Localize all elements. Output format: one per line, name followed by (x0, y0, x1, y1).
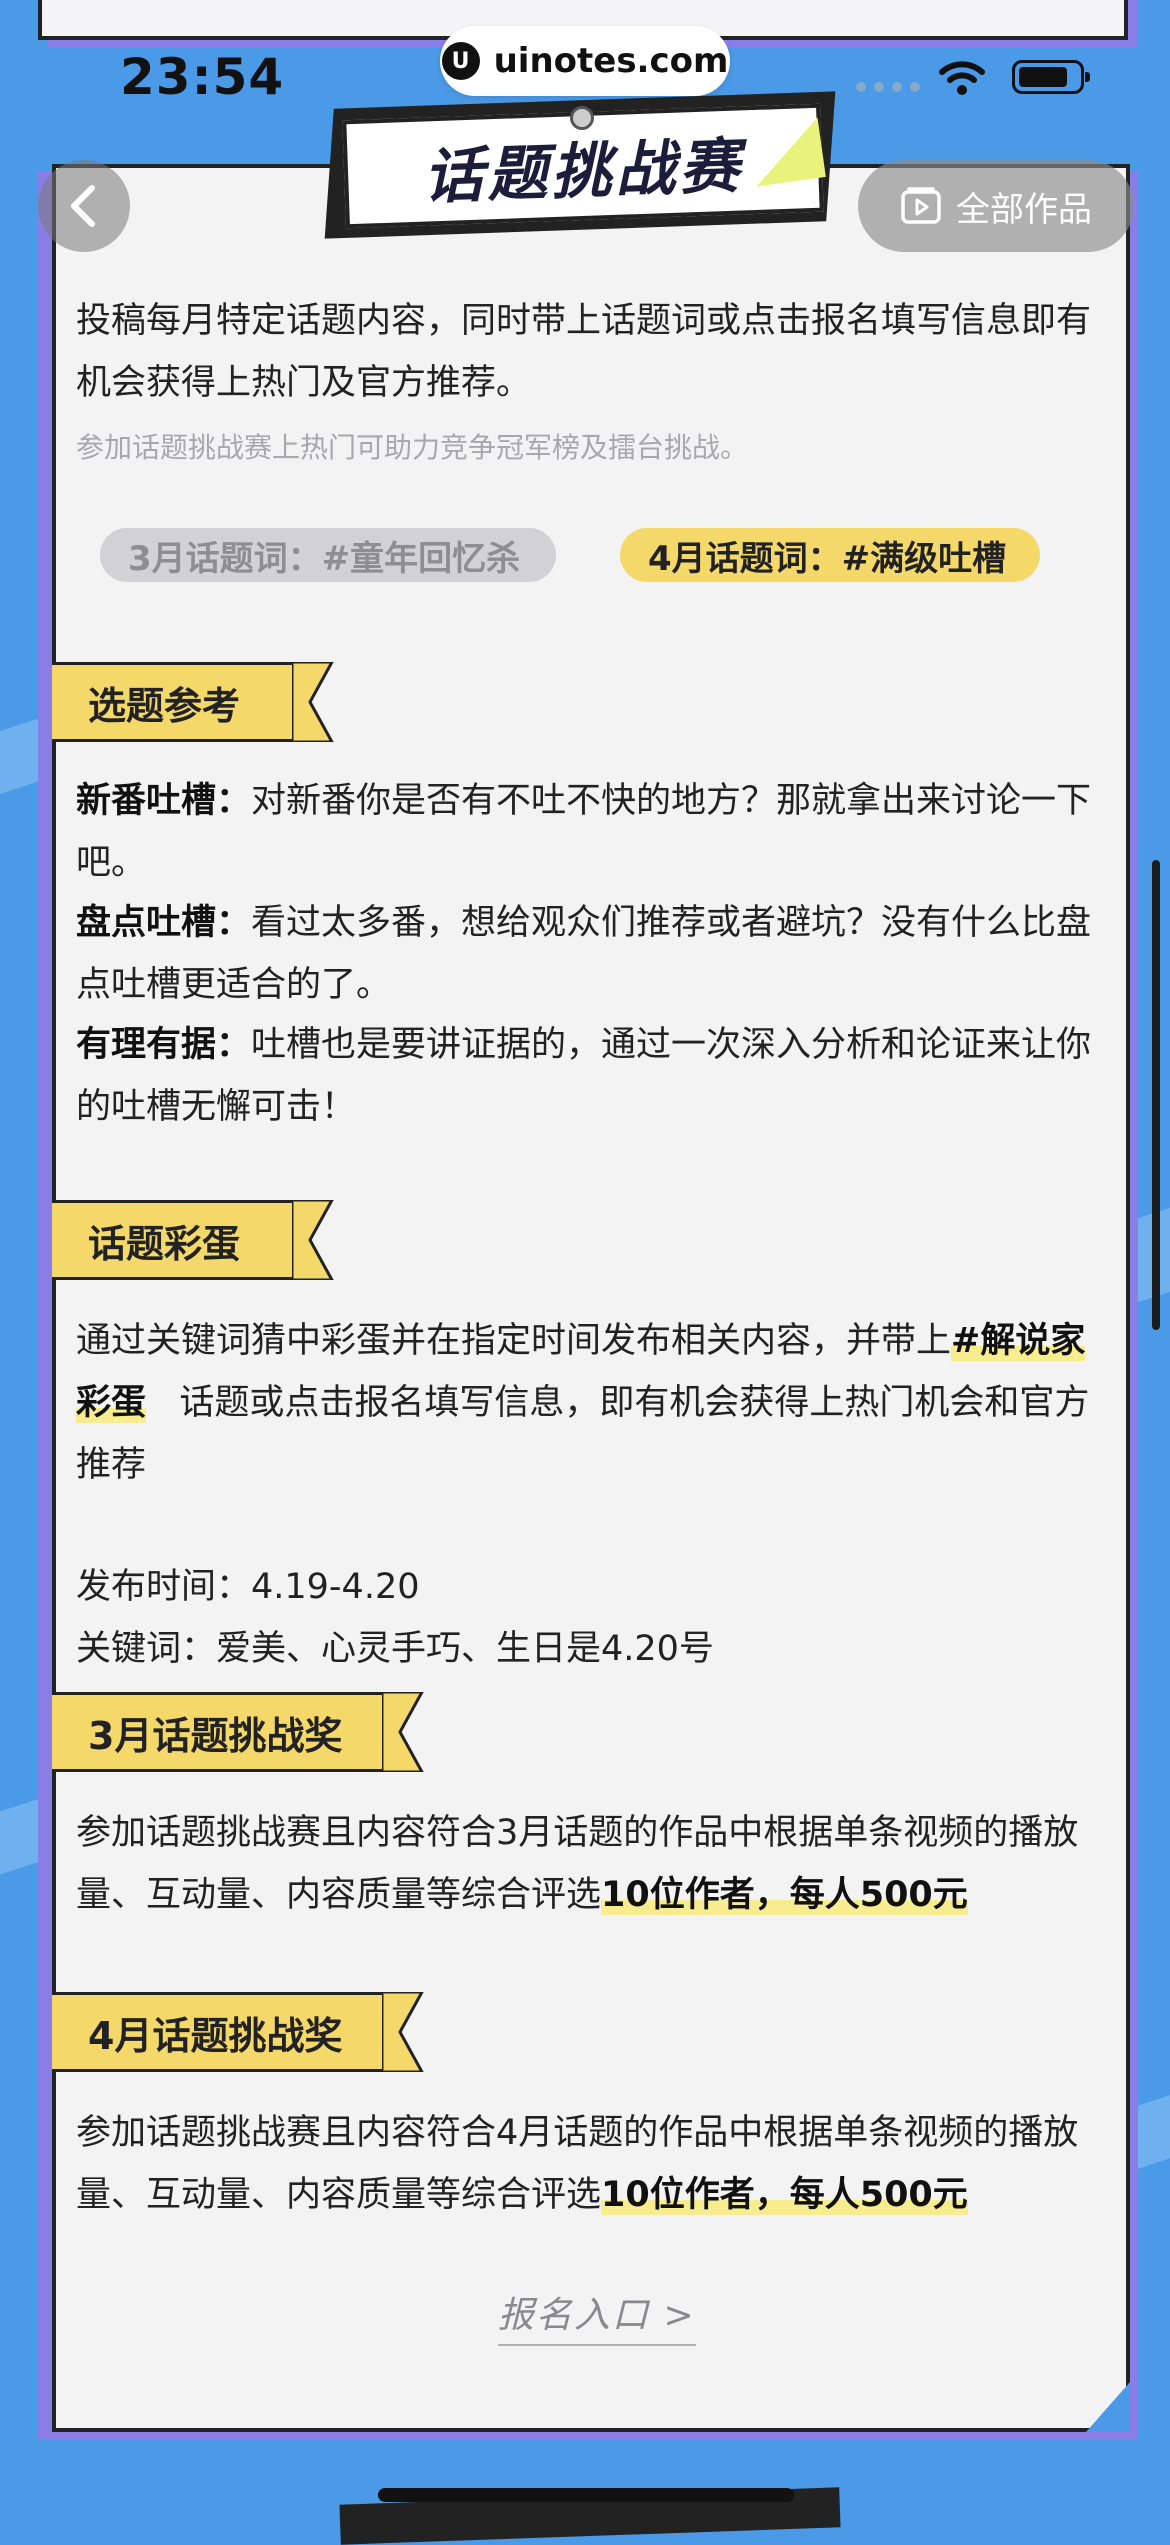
all-works-button[interactable]: 全部作品 (858, 160, 1134, 252)
topic-tag-march[interactable]: 3月话题词：#童年回忆杀 (100, 528, 556, 582)
march-award-highlight: 10位作者，每人500元 (601, 1875, 968, 1915)
april-award-highlight: 10位作者，每人500元 (601, 2175, 968, 2215)
reference-item: 有理有据：吐槽也是要讲证据的，通过一次深入分析和论证来让你的吐槽无懈可击！ (76, 1014, 1096, 1138)
page-title: 话题挑战赛 (422, 130, 745, 213)
topic-tag-april[interactable]: 4月话题词：#满级吐槽 (620, 528, 1040, 582)
reference-item-key: 盘点吐槽： (76, 903, 252, 943)
cellular-signal-icon (856, 82, 920, 92)
video-play-icon (901, 187, 941, 224)
pin-icon (570, 106, 594, 130)
april-award-text: 参加话题挑战赛且内容符合4月话题的作品中根据单条视频的播放量、互动量、内容质量等… (76, 2113, 1079, 2215)
watermark-logo-icon: U (441, 42, 480, 80)
home-indicator[interactable] (378, 2488, 794, 2502)
banner-sticky-note (748, 117, 826, 187)
section-header-easter-egg: 话题彩蛋 (52, 1200, 334, 1284)
easter-egg-publish-time: 发布时间：4.19-4.20 (76, 1567, 420, 1607)
easter-egg-keywords: 关键词：爱美、心灵手巧、生日是4.20号 (76, 1629, 714, 1669)
battery-icon (1012, 60, 1090, 94)
intro-text: 投稿每月特定话题内容，同时带上话题词或点击报名填写信息即有机会获得上热门及官方推… (76, 301, 1092, 403)
title-banner: 话题挑战赛 (324, 91, 836, 240)
section-header-march-award: 3月话题挑战奖 (52, 1692, 424, 1776)
march-award-text: 参加话题挑战赛且内容符合3月话题的作品中根据单条视频的播放量、互动量、内容质量等… (76, 1813, 1079, 1915)
card-corner-fold (1086, 2382, 1130, 2432)
signup-link[interactable]: 报名入口 > (498, 2286, 696, 2346)
wifi-icon (939, 61, 985, 95)
intro-note: 参加话题挑战赛上热门可助力竞争冠军榜及擂台挑战。 (76, 431, 749, 464)
back-button[interactable] (38, 160, 130, 252)
reference-item: 盘点吐槽：看过太多番，想给观众们推荐或者避坑？没有什么比盘点吐槽更适合的了。 (76, 892, 1096, 1016)
content-card (52, 164, 1130, 2432)
watermark-pill: U uinotes.com (440, 26, 730, 96)
all-works-label: 全部作品 (956, 189, 1092, 230)
reference-item: 新番吐槽：对新番你是否有不吐不快的地方？那就拿出来讨论一下吧。 (76, 770, 1096, 894)
section-header-april-award: 4月话题挑战奖 (52, 1992, 424, 2076)
section-header-reference: 选题参考 (52, 662, 334, 746)
chevron-left-icon (71, 185, 95, 227)
reference-item-key: 有理有据： (76, 1025, 252, 1065)
watermark-text: uinotes.com (493, 41, 729, 81)
scrollbar[interactable] (1152, 860, 1160, 1330)
easter-egg-description: 通过关键词猜中彩蛋并在指定时间发布相关内容，并带上#解说家彩蛋 话题或点击报名填… (76, 1321, 1090, 1485)
status-time: 23:54 (120, 48, 285, 106)
reference-item-key: 新番吐槽： (76, 781, 252, 821)
